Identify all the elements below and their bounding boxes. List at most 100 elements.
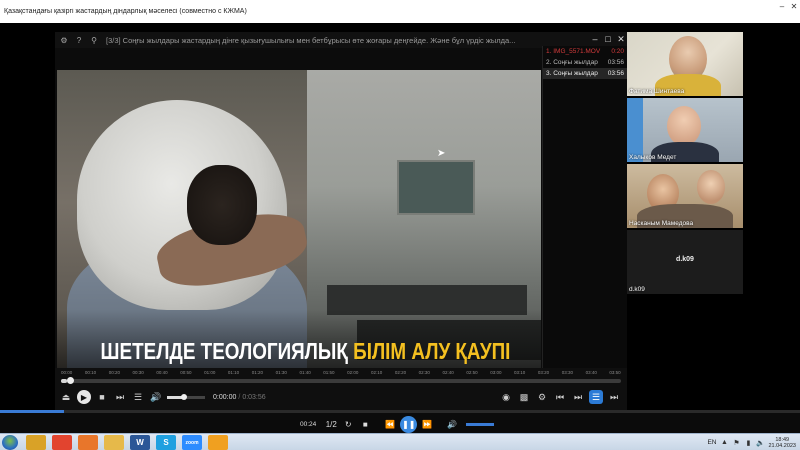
- close-icon[interactable]: ✕: [615, 33, 627, 45]
- eject-icon[interactable]: ⏏: [59, 390, 73, 404]
- volume-handle[interactable]: [181, 393, 188, 400]
- next-frame-icon[interactable]: ⏭: [571, 390, 585, 404]
- start-button[interactable]: [2, 435, 18, 450]
- window-controls: – ✕: [776, 0, 800, 12]
- volume-slider[interactable]: [167, 393, 205, 400]
- video-caption: ШЕТЕЛДЕ ТЕОЛОГИЯЛЫҚ БІЛІМ АЛУ ҚАУПІ: [101, 338, 511, 365]
- skype-icon[interactable]: S: [156, 435, 176, 450]
- timeline-tick: 01:30: [275, 370, 287, 375]
- participant-placeholder: d.k09: [676, 256, 694, 263]
- screen: Қазақстандағы қазіргі жастардың діндарлы…: [0, 0, 800, 450]
- timeline-tick: 03:10: [514, 370, 526, 375]
- next-icon[interactable]: ⏭: [113, 390, 127, 404]
- timeline-tick: 02:30: [418, 370, 430, 375]
- language-indicator[interactable]: EN: [707, 439, 716, 446]
- desktop-seek-fill: [0, 410, 64, 413]
- prev-frame-icon[interactable]: ⏮: [553, 390, 567, 404]
- timeline-tick: 02:40: [442, 370, 454, 375]
- flag: [627, 98, 643, 162]
- clock-date: 21.04.2023: [768, 442, 796, 449]
- time-total: 0:03:56: [242, 393, 266, 401]
- seek-bar[interactable]: [61, 377, 621, 384]
- desktop-volume-slider[interactable]: [466, 423, 495, 426]
- playlist-item[interactable]: 2. Соңғы жылдар 03:56: [543, 57, 627, 68]
- rewind-icon[interactable]: ⏪: [383, 418, 397, 432]
- timeline-tick: 00:30: [132, 370, 144, 375]
- system-tray: EN ▲ ⚑ ▮ 🔈 18:49 21.04.2023: [707, 435, 796, 450]
- settings-icon[interactable]: ⚙: [58, 34, 70, 46]
- word-icon[interactable]: W: [130, 435, 150, 450]
- timeline-tick: 03:50: [609, 370, 621, 375]
- participant-tile[interactable]: d.k09 d.k09: [627, 230, 743, 294]
- desktop-time: 00:24: [300, 421, 317, 428]
- speed-button[interactable]: 1/2: [324, 418, 338, 432]
- firefox-icon[interactable]: [78, 435, 98, 450]
- participant-video: [697, 170, 725, 204]
- playlist-item[interactable]: 3. Соңғы жылдар 03:56: [543, 68, 627, 79]
- clock[interactable]: 18:49 21.04.2023: [768, 437, 796, 449]
- forward-icon[interactable]: ⏩: [420, 418, 434, 432]
- media-player: ⚙ ? ⚲ [3/3] Соңғы жылдары жастардың дінг…: [55, 32, 627, 410]
- desktop-player-bar: 00:24 1/2 ↻ ■ ⏪ ❚❚ ⏩ 🔊: [0, 410, 800, 433]
- timeline-tick: 03:40: [585, 370, 597, 375]
- camera-icon[interactable]: ◉: [499, 390, 513, 404]
- timeline-tick: 02:00: [347, 370, 359, 375]
- stop-icon[interactable]: ■: [95, 390, 109, 404]
- player-title: [3/3] Соңғы жылдары жастардың дінге қызы…: [106, 35, 516, 45]
- person-head: [187, 165, 257, 245]
- desktop-seek-bar[interactable]: [0, 410, 800, 413]
- media-player-icon[interactable]: [208, 435, 228, 450]
- zoom-icon[interactable]: zoom: [182, 435, 202, 450]
- desktop-controls: 00:24 1/2 ↻ ■ ⏪ ❚❚ ⏩ 🔊: [300, 416, 495, 433]
- volume-icon[interactable]: 🔊: [149, 390, 163, 404]
- right-controls: ◉ ▩ ⚙ ⏮ ⏭ ☰ ⏭: [499, 390, 625, 404]
- seek-handle[interactable]: [66, 377, 74, 384]
- pin-icon[interactable]: ⚲: [88, 34, 100, 46]
- taskbar-apps: W Szoom: [26, 435, 228, 450]
- participant-tile[interactable]: Фатима Шинтаева: [627, 32, 743, 96]
- timeline-tick: 02:20: [394, 370, 407, 375]
- help-icon[interactable]: ?: [73, 34, 85, 46]
- repeat-icon[interactable]: ↻: [341, 418, 355, 432]
- speaker-icon[interactable]: 🔈: [756, 439, 765, 447]
- timeline-tick: 01:50: [323, 370, 335, 375]
- playlist: 1. IMG_5571.MOV 0:20 2. Соңғы жылдар 03:56…: [542, 46, 627, 386]
- window-titlebar: Қазақстандағы қазіргі жастардың діндарлы…: [0, 0, 800, 23]
- gear-icon[interactable]: ⚙: [535, 390, 549, 404]
- minimize-icon[interactable]: –: [589, 33, 601, 45]
- window-title: Қазақстандағы қазіргі жастардың діндарлы…: [4, 8, 247, 15]
- timeline-tick: 01:20: [251, 370, 264, 375]
- participant-video: [667, 106, 701, 146]
- time-separator: /: [238, 393, 241, 401]
- playlist-toggle-icon[interactable]: ☰: [589, 390, 603, 404]
- time-current: 0:00:00: [213, 393, 237, 401]
- minimize-icon[interactable]: –: [776, 0, 788, 12]
- pause-button[interactable]: ❚❚: [400, 416, 418, 433]
- timeline-tick: 00:50: [180, 370, 192, 375]
- participant-tile[interactable]: Халыков Медет: [627, 98, 743, 162]
- fullscreen-icon[interactable]: ⏭: [607, 390, 621, 404]
- timeline-tick: 02:10: [370, 370, 383, 375]
- seek-fill: [61, 379, 67, 383]
- timeline-tick: 03:20: [537, 370, 550, 375]
- control-row: ⏏ ▶ ■ ⏭ ☰ 🔊 0:00:00 / 0:03:56 ◉ ▩ ⚙ ⏮ ⏭ …: [59, 388, 625, 406]
- arrow-up-icon[interactable]: ▲: [720, 439, 728, 447]
- video-frame[interactable]: ➤ ШЕТЕЛДЕ ТЕОЛОГИЯЛЫҚ БІЛІМ АЛУ ҚАУПІ: [57, 70, 541, 402]
- close-icon[interactable]: ✕: [788, 0, 800, 12]
- maximize-icon[interactable]: □: [602, 33, 614, 45]
- display-icon[interactable]: ▩: [517, 390, 531, 404]
- network-icon[interactable]: ▮: [744, 439, 752, 447]
- explorer-icon[interactable]: [26, 435, 46, 450]
- timeline-ticks: 00:00 00:10 00:20 00:30 00:40 00:50 01:00 01:10…: [61, 370, 621, 378]
- participant-name: Фатима Шинтаева: [629, 88, 685, 95]
- play-button[interactable]: ▶: [77, 390, 91, 404]
- volume-icon[interactable]: 🔊: [445, 418, 459, 432]
- playlist-icon[interactable]: ☰: [131, 390, 145, 404]
- timeline-tick: 00:20: [108, 370, 120, 375]
- playlist-item[interactable]: 1. IMG_5571.MOV 0:20: [543, 46, 627, 57]
- participant-tile[interactable]: Насканым Мамедова: [627, 164, 743, 228]
- stop-icon[interactable]: ■: [358, 418, 372, 432]
- flag-icon[interactable]: ⚑: [732, 439, 740, 447]
- chrome-icon[interactable]: [52, 435, 72, 450]
- folder-icon[interactable]: [104, 435, 124, 450]
